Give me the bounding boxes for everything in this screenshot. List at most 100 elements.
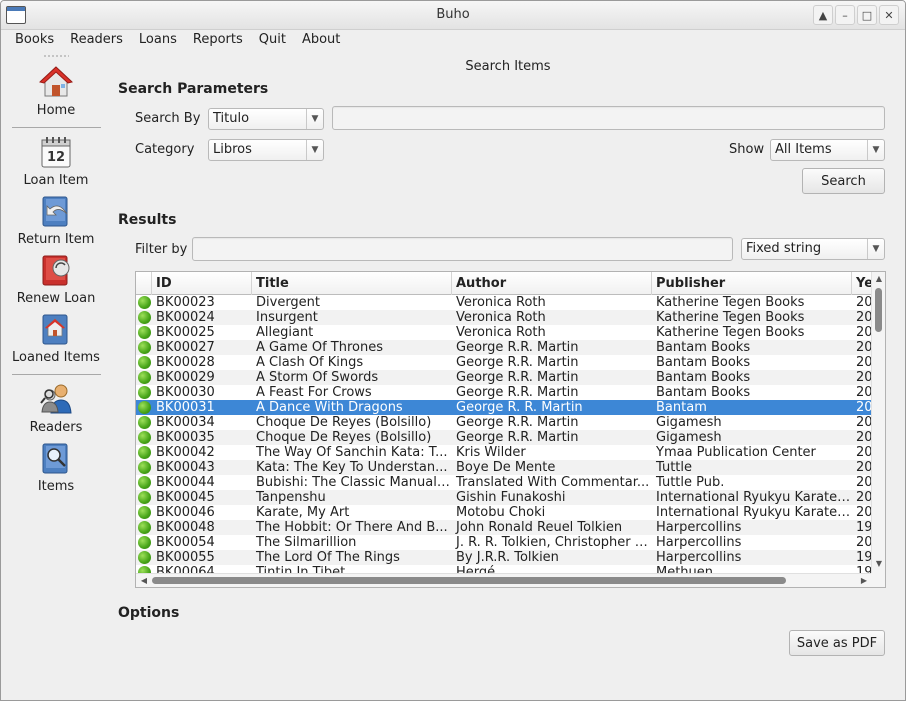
cell-author: Translated With Commentar... [456, 475, 650, 490]
vertical-scroll-thumb[interactable] [875, 288, 882, 332]
table-row[interactable]: BK00046 Karate, My Art Motobu Choki Interna… [136, 505, 872, 520]
show-select[interactable]: All Items ▼ [770, 139, 885, 161]
sidebar-item-renew-loan[interactable]: Renew Loan [1, 253, 111, 306]
table-row[interactable]: BK00044 Bubishi: The Classic Manual ... Tr… [136, 475, 872, 490]
status-available-icon [138, 446, 151, 459]
table-row[interactable]: BK00027 A Game Of Thrones George R.R. Mart… [136, 340, 872, 355]
table-row[interactable]: BK00054 The Silmarillion J. R. R. Tolkien,… [136, 535, 872, 550]
cell-author: George R.R. Martin [456, 355, 579, 370]
menu-loans[interactable]: Loans [131, 30, 185, 52]
cell-year: 20 [856, 445, 872, 460]
search-input[interactable] [332, 106, 885, 130]
results-table[interactable]: ID Title Author Publisher Ye BK00023 Dive… [135, 271, 886, 588]
sidebar-item-items[interactable]: Items [1, 441, 111, 494]
filter-input[interactable] [192, 237, 733, 261]
scroll-down-icon[interactable]: ▼ [872, 559, 885, 571]
title-bar[interactable]: Buho ▲ – □ ✕ [1, 1, 905, 30]
table-row[interactable]: BK00029 A Storm Of Swords George R.R. Mart… [136, 370, 872, 385]
sidebar-item-label: Return Item [17, 232, 95, 247]
cell-publisher: Bantam Books [656, 355, 751, 370]
cell-publisher: Methuen [656, 565, 714, 573]
table-row[interactable]: BK00045 Tanpenshu Gishin Funakoshi Internat… [136, 490, 872, 505]
scroll-left-icon[interactable]: ◀ [138, 574, 150, 587]
cell-title: Karate, My Art [256, 505, 350, 520]
column-header-title[interactable]: Title [252, 272, 452, 295]
minimize-icon[interactable]: – [835, 5, 855, 25]
table-row[interactable]: BK00043 Kata: The Key To Understan... Boye… [136, 460, 872, 475]
search-parameters-heading: Search Parameters [118, 81, 269, 97]
toolbar-grip[interactable] [43, 55, 69, 57]
keep-above-icon[interactable]: ▲ [813, 5, 833, 25]
horizontal-scrollbar[interactable]: ◀ ▶ [136, 573, 872, 587]
horizontal-scroll-thumb[interactable] [152, 577, 786, 584]
filter-mode-select[interactable]: Fixed string ▼ [741, 238, 885, 260]
table-row[interactable]: BK00030 A Feast For Crows George R.R. Mart… [136, 385, 872, 400]
menu-quit[interactable]: Quit [251, 30, 294, 52]
vertical-scrollbar[interactable]: ▲ ▼ [871, 272, 885, 573]
cell-id: BK00034 [156, 415, 215, 430]
sidebar-item-loaned-items[interactable]: Loaned Items [1, 312, 111, 365]
status-available-icon [138, 356, 151, 369]
scroll-right-icon[interactable]: ▶ [858, 574, 870, 587]
search-by-value: Titulo [213, 111, 250, 126]
save-as-pdf-button[interactable]: Save as PDF [789, 630, 885, 656]
table-row[interactable]: BK00055 The Lord Of The Rings By J.R.R. To… [136, 550, 872, 565]
table-row[interactable]: BK00023 Divergent Veronica Roth Katherine T… [136, 295, 872, 310]
sidebar-item-label: Renew Loan [16, 291, 96, 306]
cell-id: BK00044 [156, 475, 215, 490]
cell-year: 20 [856, 505, 872, 520]
cell-author: George R.R. Martin [456, 370, 579, 385]
status-available-icon [138, 401, 151, 414]
table-row[interactable]: BK00035 Choque De Reyes (Bolsillo) George … [136, 430, 872, 445]
cell-year: 20 [856, 340, 872, 355]
status-available-icon [138, 326, 151, 339]
table-row[interactable]: BK00042 The Way Of Sanchin Kata: T... Kris… [136, 445, 872, 460]
return-book-icon [39, 194, 73, 228]
column-header-publisher[interactable]: Publisher [652, 272, 852, 295]
cell-year: 20 [856, 355, 872, 370]
table-row[interactable]: BK00028 A Clash Of Kings George R.R. Marti… [136, 355, 872, 370]
menu-books[interactable]: Books [7, 30, 62, 52]
table-row[interactable]: BK00034 Choque De Reyes (Bolsillo) George … [136, 415, 872, 430]
close-icon[interactable]: ✕ [879, 5, 899, 25]
table-row[interactable]: BK00025 Allegiant Veronica Roth Katherine T… [136, 325, 872, 340]
table-row[interactable]: BK00064 Tintin In Tibet Hergé Methuen 19 [136, 565, 872, 573]
table-row[interactable]: BK00048 The Hobbit: Or There And B... John… [136, 520, 872, 535]
sidebar-item-readers[interactable]: Readers [1, 382, 111, 435]
cell-id: BK00042 [156, 445, 215, 460]
show-value: All Items [775, 142, 832, 157]
cell-year: 20 [856, 400, 872, 415]
cell-id: BK00025 [156, 325, 215, 340]
column-header-id[interactable]: ID [152, 272, 252, 295]
maximize-icon[interactable]: □ [857, 5, 877, 25]
chevron-down-icon: ▼ [306, 140, 323, 160]
category-value: Libros [213, 142, 252, 157]
menu-about[interactable]: About [294, 30, 348, 52]
menu-readers[interactable]: Readers [62, 30, 131, 52]
readers-icon [39, 382, 73, 416]
status-available-icon [138, 311, 151, 324]
search-button[interactable]: Search [802, 168, 885, 194]
options-heading: Options [118, 605, 180, 621]
status-available-icon [138, 431, 151, 444]
page-title: Search Items [465, 59, 551, 74]
cell-title: Kata: The Key To Understan... [256, 460, 448, 475]
column-header-author[interactable]: Author [452, 272, 652, 295]
search-by-select[interactable]: Titulo ▼ [208, 108, 324, 130]
column-header-status[interactable] [136, 272, 152, 295]
status-available-icon [138, 386, 151, 399]
menu-reports[interactable]: Reports [185, 30, 251, 52]
sidebar-item-home[interactable]: Home [1, 65, 111, 118]
scroll-up-icon[interactable]: ▲ [872, 274, 885, 286]
sidebar-item-loan-item[interactable]: 12 Loan Item [1, 135, 111, 188]
cell-title: Divergent [256, 295, 321, 310]
cell-title: The Lord Of The Rings [256, 550, 400, 565]
sidebar-item-return-item[interactable]: Return Item [1, 194, 111, 247]
category-label: Category [135, 142, 195, 157]
table-row[interactable]: BK00024 Insurgent Veronica Roth Katherine T… [136, 310, 872, 325]
table-row[interactable]: BK00031 A Dance With Dragons George R. R. … [136, 400, 872, 415]
cell-id: BK00064 [156, 565, 215, 573]
cell-author: Hergé [456, 565, 496, 573]
cell-id: BK00023 [156, 295, 215, 310]
category-select[interactable]: Libros ▼ [208, 139, 324, 161]
